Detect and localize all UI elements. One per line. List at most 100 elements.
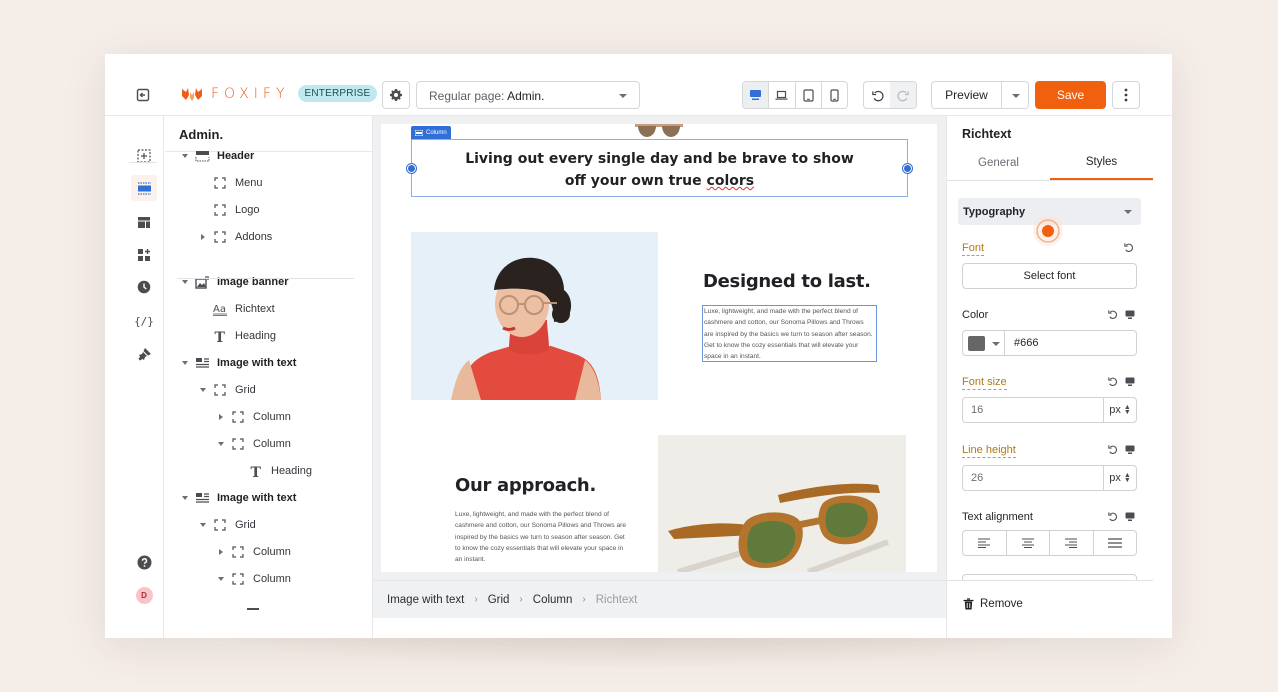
code-braces-icon: {/} (134, 314, 154, 328)
tree-node[interactable]: Image banner (180, 272, 289, 292)
reset-icon[interactable] (1107, 511, 1118, 522)
save-button[interactable]: Save (1035, 81, 1106, 109)
exit-icon[interactable] (135, 87, 151, 103)
tree-node[interactable]: Aa Richtext (198, 299, 275, 319)
line-height-input[interactable]: 26 (963, 472, 1103, 484)
reset-icon[interactable] (1107, 309, 1118, 320)
tree-toggle[interactable] (198, 523, 208, 527)
color-swatch-dropdown[interactable] (963, 331, 1005, 355)
block2-richtext[interactable]: Luxe, lightweight, and made with the per… (455, 509, 627, 565)
breadcrumb-item[interactable]: Grid (488, 594, 510, 606)
sunglasses-image[interactable] (658, 435, 906, 572)
tree-toggle[interactable] (216, 442, 226, 446)
tree-node[interactable]: Column (216, 542, 291, 562)
tree-node[interactable]: Grid (198, 380, 256, 400)
caret-down-icon[interactable] (200, 388, 206, 392)
align-left-button[interactable] (963, 531, 1007, 555)
align-justify-button[interactable] (1094, 531, 1137, 555)
caret-right-icon[interactable] (219, 414, 223, 420)
tree-node[interactable]: Header (180, 146, 254, 166)
rail-templates[interactable] (131, 209, 157, 235)
tree-toggle[interactable] (198, 388, 208, 392)
tree-node[interactable]: Column (216, 569, 291, 589)
more-options-button[interactable] (1112, 81, 1140, 109)
tree-toggle[interactable] (216, 414, 226, 420)
caret-down-icon[interactable] (182, 496, 188, 500)
rail-add-section[interactable] (131, 143, 157, 169)
font-size-field[interactable]: 16 px ▲ ▼ (962, 397, 1137, 423)
rail-sections[interactable] (131, 175, 157, 201)
tree-toggle[interactable] (216, 549, 226, 555)
desktop-icon[interactable] (1125, 512, 1135, 522)
tree-toggle[interactable] (216, 577, 226, 581)
selection-tag[interactable]: Column (411, 126, 451, 139)
font-size-unit-select[interactable]: px ▲ ▼ (1103, 398, 1136, 422)
select-font-button[interactable]: Select font (962, 263, 1137, 289)
tree-node[interactable]: Addons (198, 227, 272, 247)
redo-button[interactable] (890, 82, 916, 108)
tree-node[interactable]: T Heading (234, 461, 312, 481)
tree-toggle[interactable] (198, 234, 208, 240)
block1-heading[interactable]: Designed to last. (703, 271, 871, 292)
tree-node[interactable]: Logo (198, 200, 259, 220)
reset-icon[interactable] (1123, 242, 1134, 253)
device-switcher (742, 81, 848, 109)
block1-richtext-selected[interactable]: Luxe, lightweight, and made with the per… (702, 305, 877, 362)
caret-right-icon[interactable] (219, 549, 223, 555)
reset-icon[interactable] (1107, 376, 1118, 387)
tab-styles[interactable]: Styles (1050, 146, 1153, 180)
font-size-input[interactable]: 16 (963, 404, 1103, 416)
remove-button[interactable]: Remove (947, 580, 1153, 638)
caret-down-icon[interactable] (182, 280, 188, 284)
tree-node[interactable]: Image with text (180, 353, 296, 373)
block2-heading[interactable]: Our approach. (455, 475, 596, 496)
rail-apps[interactable] (131, 242, 157, 268)
tree-node[interactable]: Grid (198, 515, 256, 535)
tree-node[interactable]: Menu (198, 173, 263, 193)
rail-code[interactable]: {/} (131, 308, 157, 334)
portrait-image[interactable] (411, 232, 658, 400)
tree-node[interactable]: Image with text (180, 488, 296, 508)
rail-theme-styles[interactable] (131, 341, 157, 367)
tree-toggle[interactable] (180, 361, 190, 365)
align-right-button[interactable] (1050, 531, 1094, 555)
caret-down-icon[interactable] (200, 523, 206, 527)
tree-node[interactable]: Column (216, 407, 291, 427)
hero-heading[interactable]: Living out every single day and be brave… (411, 148, 908, 192)
device-tablet-button[interactable] (796, 82, 822, 108)
page-settings-button[interactable] (382, 81, 410, 109)
page-selector[interactable]: Regular page: Admin. (416, 81, 640, 109)
preview-button[interactable]: Preview (932, 82, 1002, 108)
reset-icon[interactable] (1107, 444, 1118, 455)
chevron-right-icon: › (474, 594, 478, 605)
tree-toggle[interactable] (180, 280, 190, 284)
help-button[interactable] (131, 549, 157, 575)
caret-down-icon[interactable] (182, 361, 188, 365)
undo-button[interactable] (864, 82, 890, 108)
desktop-icon[interactable] (1125, 445, 1135, 455)
desktop-icon[interactable] (1125, 310, 1135, 320)
tree-node[interactable]: Column (216, 434, 291, 454)
preview-dropdown-button[interactable] (1002, 82, 1028, 108)
device-mobile-button[interactable] (822, 82, 847, 108)
device-laptop-button[interactable] (769, 82, 796, 108)
rail-history[interactable] (131, 274, 157, 300)
tree-toggle[interactable] (180, 154, 190, 158)
desktop-icon[interactable] (1125, 377, 1135, 387)
caret-down-icon[interactable] (218, 577, 224, 581)
breadcrumb-item[interactable]: Image with text (387, 594, 464, 606)
color-value[interactable]: #666 (1005, 337, 1038, 349)
tree-node[interactable]: T Heading (198, 326, 276, 346)
line-height-unit-select[interactable]: px ▲ ▼ (1103, 466, 1136, 490)
user-avatar-button[interactable]: D (131, 582, 157, 608)
breadcrumb-item[interactable]: Column (533, 594, 573, 606)
tab-general[interactable]: General (947, 146, 1050, 180)
align-center-button[interactable] (1007, 531, 1050, 555)
caret-right-icon[interactable] (201, 234, 205, 240)
line-height-field[interactable]: 26 px ▲ ▼ (962, 465, 1137, 491)
caret-down-icon[interactable] (182, 154, 188, 158)
tree-toggle[interactable] (180, 496, 190, 500)
device-desktop-button[interactable] (743, 82, 770, 108)
caret-down-icon[interactable] (218, 442, 224, 446)
color-field[interactable]: #666 (962, 330, 1137, 356)
